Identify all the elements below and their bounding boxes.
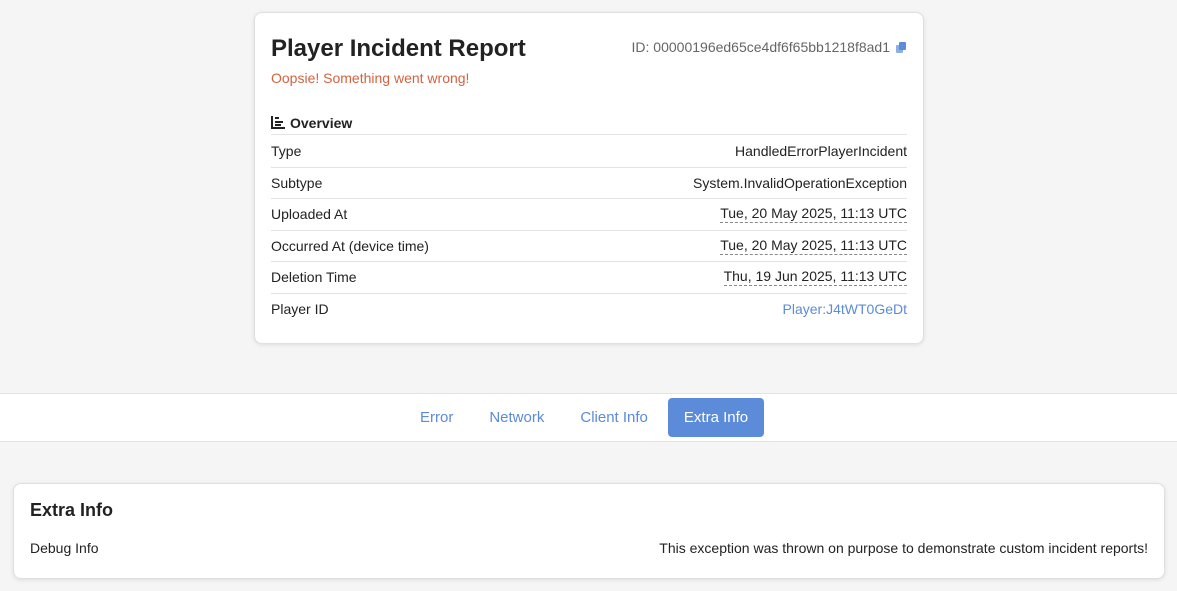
extra-info-heading: Extra Info: [30, 500, 114, 520]
timestamp-value[interactable]: Tue, 20 May 2025, 11:13 UTC: [720, 205, 907, 224]
tab-network[interactable]: Network: [473, 398, 560, 437]
row-subtype: Subtype System.InvalidOperationException: [271, 168, 907, 199]
chart-icon: [271, 116, 285, 129]
tab-extra-info[interactable]: Extra Info: [667, 398, 765, 437]
player-id-link[interactable]: Player:J4tWT0GeDt: [783, 301, 907, 317]
incident-id: ID: 00000196ed65ce4df6f65bb1218f8ad1: [632, 39, 907, 55]
overview-heading-label: Overview: [290, 114, 353, 131]
error-subtitle: Oopsie! Something went wrong!: [271, 70, 470, 86]
debug-info-label: Debug Info: [30, 540, 99, 556]
row-label: Type: [271, 143, 302, 160]
row-value: System.InvalidOperationException: [693, 174, 907, 191]
page-title: Player Incident Report: [271, 35, 526, 62]
row-label: Deletion Time: [271, 269, 357, 286]
row-player-id: Player ID Player:J4tWT0GeDt: [271, 294, 907, 326]
copy-icon[interactable]: [896, 41, 907, 53]
debug-info-value: This exception was thrown on purpose to …: [659, 540, 1148, 556]
tab-bar: Error Network Client Info Extra Info: [0, 393, 1177, 442]
row-label: Subtype: [271, 174, 323, 191]
tab-client-info[interactable]: Client Info: [564, 398, 664, 437]
incident-report-card: Player Incident Report Oopsie! Something…: [254, 12, 924, 344]
timestamp-value[interactable]: Thu, 19 Jun 2025, 11:13 UTC: [723, 268, 907, 287]
row-type: Type HandledErrorPlayerIncident: [271, 136, 907, 168]
row-label: Player ID: [271, 301, 329, 318]
extra-info-card: Extra Info Debug Info This exception was…: [13, 483, 1165, 579]
row-deletion-time: Deletion Time Thu, 19 Jun 2025, 11:13 UT…: [271, 262, 907, 294]
overview-heading: Overview: [271, 111, 907, 135]
row-value: HandledErrorPlayerIncident: [735, 143, 907, 160]
row-label: Uploaded At: [271, 206, 348, 223]
row-occurred-at: Occurred At (device time) Tue, 20 May 20…: [271, 231, 907, 262]
timestamp-value[interactable]: Tue, 20 May 2025, 11:13 UTC: [720, 237, 907, 255]
overview-table: Type HandledErrorPlayerIncident Subtype …: [271, 136, 907, 325]
tab-error[interactable]: Error: [404, 398, 469, 437]
row-label: Occurred At (device time): [271, 237, 429, 254]
incident-id-text: ID: 00000196ed65ce4df6f65bb1218f8ad1: [631, 39, 890, 55]
row-uploaded-at: Uploaded At Tue, 20 May 2025, 11:13 UTC: [271, 199, 907, 231]
